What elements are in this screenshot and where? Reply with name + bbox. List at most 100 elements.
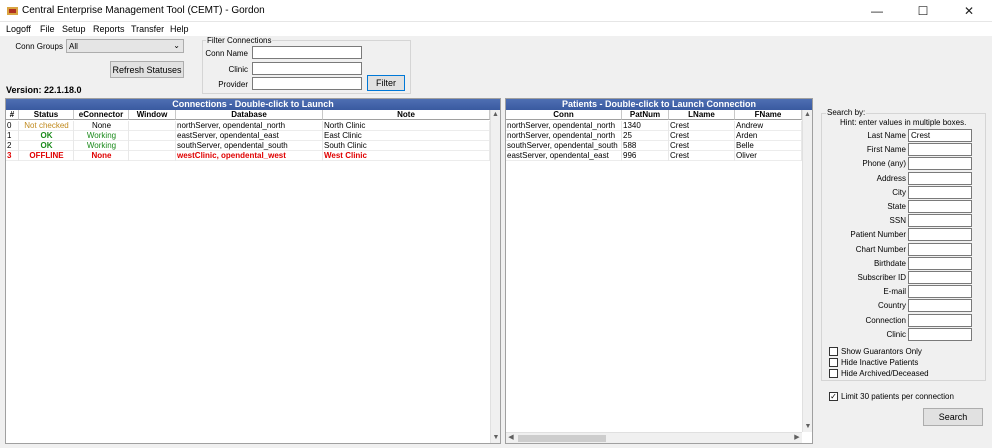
patient-lname-cell: Crest: [669, 151, 735, 161]
e-mail-input[interactable]: [908, 285, 972, 299]
scroll-up-icon[interactable]: ▲: [803, 110, 812, 120]
col-patnum[interactable]: PatNum: [622, 110, 669, 120]
conn-status-cell: OK: [19, 141, 74, 151]
conn-database-cell: northServer, opendental_north: [176, 121, 323, 131]
patient-conn-cell: northServer, opendental_north: [506, 131, 622, 141]
scroll-right-icon[interactable]: ▶: [792, 433, 802, 443]
connection-row[interactable]: 2 OK Working southServer, opendental_south S…: [6, 141, 490, 151]
col-database[interactable]: Database: [176, 110, 323, 120]
patients-grid-title: Patients - Double-click to Launch Connec…: [506, 99, 812, 110]
connection-row[interactable]: 0 Not checked None northServer, opendental_…: [6, 121, 490, 131]
country-input[interactable]: [908, 299, 972, 313]
menu-setup[interactable]: Setup: [62, 24, 86, 34]
patient-conn-cell: eastServer, opendental_east: [506, 151, 622, 161]
patient-patnum-cell: 996: [622, 151, 669, 161]
conn-name-label: Conn Name: [205, 49, 248, 58]
search-button[interactable]: Search: [923, 408, 983, 426]
connection-input[interactable]: [908, 313, 972, 327]
first-name-input[interactable]: [908, 143, 972, 157]
col-status[interactable]: Status: [19, 110, 74, 120]
col-lname[interactable]: LName: [669, 110, 735, 120]
scroll-up-icon[interactable]: ▲: [491, 110, 500, 120]
menu-help[interactable]: Help: [170, 24, 189, 34]
conn-window-cell: [129, 131, 176, 141]
connections-grid: Connections - Double-click to Launch # S…: [5, 98, 501, 444]
last-name-input[interactable]: Crest: [908, 129, 972, 142]
conn-num-cell: 1: [6, 131, 19, 141]
patient-conn-cell: southServer, opendental_south: [506, 141, 622, 151]
conn-name-input[interactable]: [252, 46, 362, 59]
clinic-filter-label: Clinic: [228, 65, 248, 74]
patient-row[interactable]: southServer, opendental_south 588 Crest Bel…: [506, 141, 802, 151]
filter-legend: Filter Connections: [206, 36, 273, 45]
conn-status-cell: Not checked: [19, 121, 74, 131]
city-input[interactable]: [908, 185, 972, 199]
patient-conn-cell: northServer, opendental_north: [506, 121, 622, 131]
conn-window-cell: [129, 121, 176, 131]
scroll-left-icon[interactable]: ◀: [506, 433, 516, 443]
minimize-icon[interactable]: —: [854, 0, 900, 22]
scroll-down-icon[interactable]: ▼: [803, 422, 813, 432]
search-fields: Last Name Crest First Name Phone (any) Addre…: [822, 129, 982, 343]
clinic-input[interactable]: [908, 327, 972, 341]
show-guarantors-only-checkbox[interactable]: [829, 347, 838, 356]
ssn-input[interactable]: [908, 214, 972, 228]
conn-status-cell: OFFLINE: [19, 151, 74, 161]
clinic-filter-input[interactable]: [252, 62, 362, 75]
birthdate-input[interactable]: [908, 256, 972, 270]
scroll-down-icon[interactable]: ▼: [491, 433, 501, 443]
col-econnector[interactable]: eConnector: [74, 110, 129, 120]
patient-row[interactable]: northServer, opendental_north 1340 Crest An…: [506, 121, 802, 131]
conn-groups-label: Conn Groups: [15, 42, 63, 51]
patient-lname-cell: Crest: [669, 121, 735, 131]
patients-scrollbar[interactable]: ▲ ▼: [802, 110, 812, 432]
col-conn[interactable]: Conn: [506, 110, 622, 120]
hide-archived-deceased-checkbox-row[interactable]: Hide Archived/Deceased: [829, 368, 979, 379]
patients-hscrollbar[interactable]: ◀ ▶: [506, 432, 802, 443]
filter-button[interactable]: Filter: [367, 75, 405, 91]
subscriber-id-input[interactable]: [908, 271, 972, 284]
hide-archived-deceased-checkbox[interactable]: [829, 369, 838, 378]
address-label: Address: [876, 173, 906, 183]
address-input[interactable]: [908, 171, 972, 185]
menu-reports[interactable]: Reports: [93, 24, 125, 34]
chevron-down-icon: ⌄: [173, 41, 180, 50]
state-input[interactable]: [908, 200, 972, 213]
patient-row[interactable]: eastServer, opendental_east 996 Crest Olive…: [506, 151, 802, 161]
col-window[interactable]: Window: [129, 110, 176, 120]
clinic-label: Clinic: [886, 329, 906, 339]
menu-transfer[interactable]: Transfer: [131, 24, 164, 34]
hide-inactive-patients-checkbox-row[interactable]: Hide Inactive Patients: [829, 357, 979, 368]
provider-filter-input[interactable]: [252, 77, 362, 90]
connections-scrollbar[interactable]: ▲ ▼: [490, 110, 500, 443]
maximize-icon[interactable]: ☐: [900, 0, 946, 22]
connection-row[interactable]: 3 OFFLINE None westClinic, opendental_west W…: [6, 151, 490, 161]
conn-groups-select[interactable]: All ⌄: [66, 39, 184, 53]
connection-row[interactable]: 1 OK Working eastServer, opendental_east Eas…: [6, 131, 490, 141]
limit-checkbox[interactable]: ✓: [829, 392, 838, 401]
show-guarantors-only-checkbox-row[interactable]: Show Guarantors Only: [829, 346, 979, 357]
patient-patnum-cell: 588: [622, 141, 669, 151]
hscroll-thumb[interactable]: [518, 435, 606, 442]
window-title: Central Enterprise Management Tool (CEMT…: [22, 5, 265, 16]
conn-econnector-cell: None: [74, 151, 129, 161]
patient-number-input[interactable]: [908, 228, 972, 242]
search-legend: Search by:: [826, 108, 867, 117]
col-num[interactable]: #: [6, 110, 19, 120]
chart-number-input[interactable]: [908, 242, 972, 256]
version-label: Version: 22.1.18.0: [6, 85, 82, 95]
chart-number-label: Chart Number: [855, 244, 906, 254]
limit-checkbox-row[interactable]: ✓ Limit 30 patients per connection: [829, 391, 989, 402]
phone-any-input[interactable]: [908, 157, 972, 171]
hide-inactive-patients-checkbox[interactable]: [829, 358, 838, 367]
patient-fname-cell: Belle: [735, 141, 802, 151]
menu-logoff[interactable]: Logoff: [6, 24, 31, 34]
patient-patnum-cell: 1340: [622, 121, 669, 131]
col-fname[interactable]: FName: [735, 110, 802, 120]
refresh-statuses-button[interactable]: Refresh Statuses: [110, 61, 184, 78]
menu-file[interactable]: File: [40, 24, 55, 34]
col-note[interactable]: Note: [323, 110, 490, 120]
hide-archived-deceased-label: Hide Archived/Deceased: [841, 369, 929, 378]
patient-row[interactable]: northServer, opendental_north 25 Crest Arde…: [506, 131, 802, 141]
close-icon[interactable]: ✕: [946, 0, 992, 22]
